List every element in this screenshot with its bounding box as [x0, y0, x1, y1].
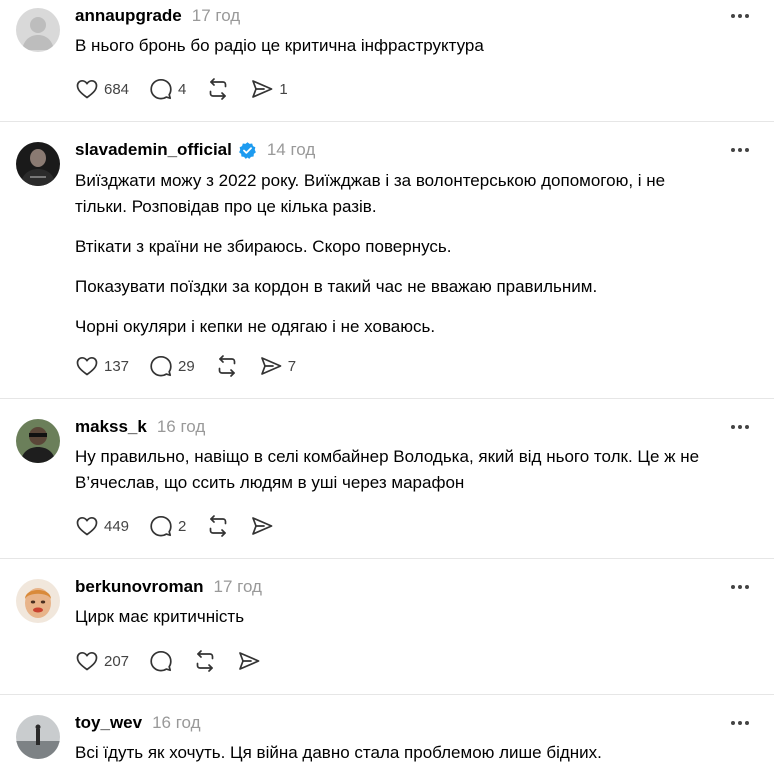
like-button[interactable]: 449	[75, 514, 129, 538]
more-options-button[interactable]	[728, 419, 752, 435]
comment-paragraph: Чорні окуляри і кепки не одягаю і не хов…	[75, 317, 436, 336]
action-bar: 449 2	[75, 512, 294, 540]
more-horizontal-icon	[731, 585, 749, 589]
reply-button[interactable]: 2	[149, 514, 186, 538]
reply-button[interactable]	[149, 649, 173, 673]
like-button[interactable]: 137	[75, 354, 129, 378]
like-button[interactable]: 684	[75, 77, 129, 101]
timestamp: 17 год	[191, 6, 241, 25]
comment-text: Всі їдуть як хочуть. Ця війна давно стал…	[75, 740, 714, 780]
like-button[interactable]: 207	[75, 649, 129, 673]
avatar[interactable]	[16, 579, 60, 623]
comment-text: Ну правильно, навіщо в селі комбайнер Во…	[75, 444, 714, 510]
more-horizontal-icon	[731, 721, 749, 725]
comment-post: toy_wev 16 год Всі їдуть як хочуть. Ця в…	[0, 695, 774, 777]
share-button[interactable]	[237, 649, 261, 673]
reply-button[interactable]: 29	[149, 354, 195, 378]
comment-icon	[150, 515, 172, 537]
repost-icon	[218, 355, 236, 377]
share-button[interactable]: 7	[259, 354, 296, 378]
reply-count: 4	[178, 80, 187, 98]
heart-icon	[76, 79, 98, 99]
comments-feed: annaupgrade 17 год В нього бронь бо раді…	[0, 0, 774, 777]
more-options-button[interactable]	[728, 715, 752, 731]
more-options-button[interactable]	[728, 579, 752, 595]
action-bar: 684 4 1	[75, 75, 308, 103]
repost-button[interactable]	[193, 649, 217, 673]
comment-text: Цирк має критичність	[75, 604, 714, 644]
send-icon	[252, 80, 273, 98]
repost-button[interactable]	[215, 354, 239, 378]
comment-paragraph: Всі їдуть як хочуть. Ця війна давно стал…	[75, 743, 602, 762]
comment-icon	[150, 78, 172, 100]
comment-paragraph: Виїзджати можу з 2022 року. Виїжджав і з…	[75, 171, 666, 216]
avatar[interactable]	[16, 419, 60, 463]
heart-icon	[76, 651, 98, 671]
more-horizontal-icon	[731, 14, 749, 18]
action-bar: 207	[75, 647, 281, 675]
comment-paragraph: Втікати з країни не збираюсь. Скоро пове…	[75, 237, 452, 256]
action-bar: 137 29 7	[75, 352, 316, 380]
heart-icon	[76, 356, 98, 376]
username[interactable]: makss_k	[75, 417, 147, 437]
comment-post: berkunovroman 17 год Цирк має критичніст…	[0, 559, 774, 695]
username[interactable]: berkunovroman	[75, 577, 203, 597]
like-count: 449	[104, 517, 130, 535]
avatar[interactable]	[16, 715, 60, 759]
repost-icon	[196, 650, 214, 672]
comment-icon	[150, 650, 172, 672]
username[interactable]: toy_wev	[75, 713, 142, 733]
like-count: 137	[104, 357, 130, 375]
avatar[interactable]	[16, 142, 60, 186]
reply-button[interactable]: 4	[149, 77, 186, 101]
share-button[interactable]: 1	[250, 77, 288, 101]
comment-icon	[150, 355, 172, 377]
like-count: 684	[104, 80, 130, 98]
avatar[interactable]	[16, 8, 60, 52]
timestamp: 17 год	[213, 577, 262, 596]
timestamp: 14 год	[266, 140, 316, 159]
reply-count: 29	[178, 357, 195, 375]
heart-icon	[76, 516, 98, 536]
more-options-button[interactable]	[728, 8, 752, 24]
share-count: 7	[287, 357, 297, 375]
comment-post: annaupgrade 17 год В нього бронь бо раді…	[0, 0, 774, 122]
share-count: 1	[279, 80, 288, 98]
like-count: 207	[104, 652, 130, 670]
send-icon	[260, 357, 282, 375]
repost-icon	[210, 78, 227, 100]
verified-badge-icon	[238, 141, 256, 159]
timestamp: 16 год	[152, 713, 201, 732]
repost-button[interactable]	[206, 514, 230, 538]
repost-button[interactable]	[206, 77, 230, 101]
timestamp: 16 год	[156, 417, 206, 436]
send-icon	[252, 517, 273, 535]
comment-post: makss_k 16 год Ну правильно, навіщо в се…	[0, 399, 774, 559]
repost-icon	[210, 515, 227, 537]
more-horizontal-icon	[731, 148, 749, 152]
more-options-button[interactable]	[728, 142, 752, 158]
share-button[interactable]	[250, 514, 274, 538]
comment-paragraph: Ну правильно, навіщо в селі комбайнер Во…	[75, 447, 700, 492]
username[interactable]: slavademin_official	[75, 140, 232, 160]
reply-count: 2	[178, 517, 187, 535]
more-horizontal-icon	[731, 425, 749, 429]
comment-paragraph: Показувати поїздки за кордон в такий час…	[75, 277, 598, 296]
comment-paragraph: В нього бронь бо радіо це критична інфра…	[75, 36, 484, 55]
comment-paragraph: Цирк має критичність	[75, 607, 245, 626]
send-icon	[239, 652, 260, 670]
username[interactable]: annaupgrade	[75, 6, 182, 26]
comment-text: В нього бронь бо радіо це критична інфра…	[75, 33, 714, 73]
comment-text: Виїзджати можу з 2022 року. Виїжджав і з…	[75, 168, 714, 354]
comment-post: slavademin_official 14 год Виїзджати мож…	[0, 122, 774, 399]
